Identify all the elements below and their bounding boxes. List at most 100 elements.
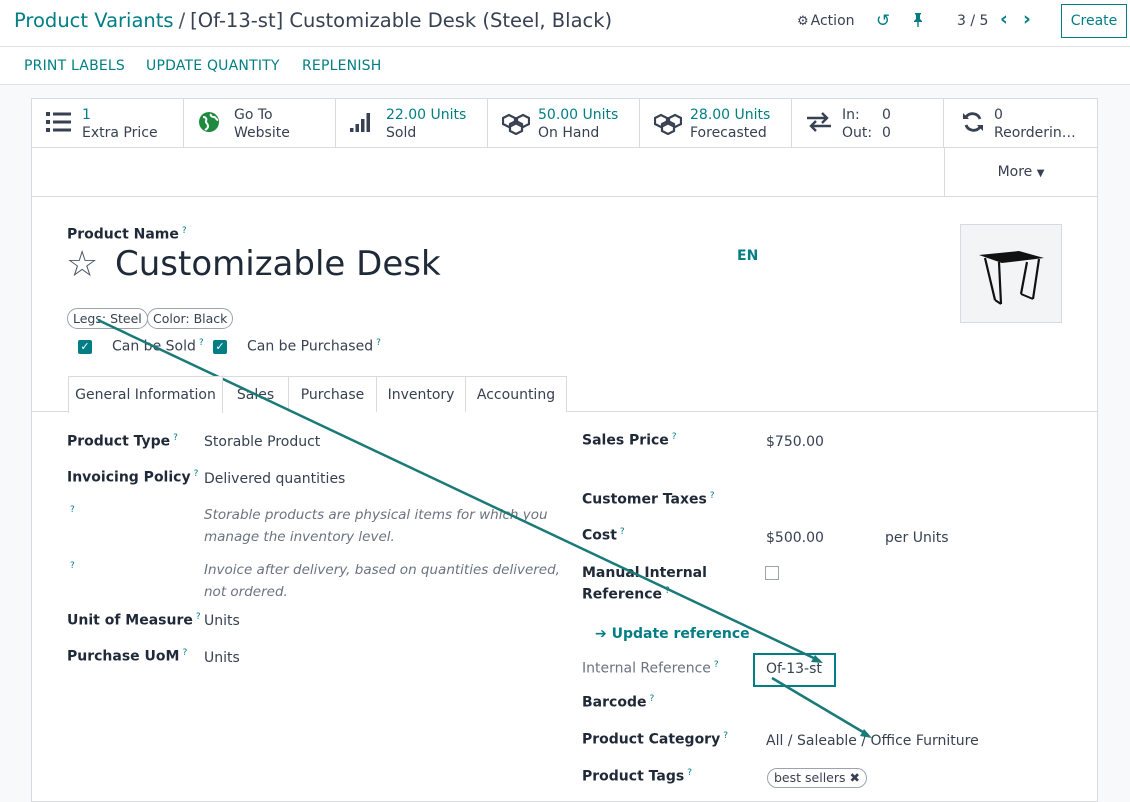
barcode-label: Barcode? (582, 694, 654, 711)
product-category-field[interactable]: All / Saleable / Office Furniture (766, 733, 979, 749)
help-icon[interactable]: ? (672, 432, 677, 442)
update-quantity-button[interactable]: UPDATE QUANTITY (146, 58, 280, 74)
action-menu-button[interactable]: ⚙ Action (797, 13, 855, 29)
label-text: Product Name (67, 226, 179, 243)
help-icon[interactable]: ? (70, 505, 75, 515)
button-label: Update reference (611, 626, 750, 642)
pager-value[interactable]: 3 / 5 (957, 13, 988, 29)
help-icon[interactable]: ? (620, 527, 625, 537)
product-type-field[interactable]: Storable Product (204, 434, 320, 450)
help-icon[interactable]: ? (649, 694, 654, 704)
pin-icon[interactable] (912, 12, 924, 31)
breadcrumb: Product Variants / [Of-13-st] Customizable… (14, 9, 612, 32)
help-icon[interactable]: ? (376, 338, 381, 348)
can-be-sold-checkbox[interactable]: ✓ (78, 340, 92, 354)
internal-reference-label: Internal Reference? (582, 660, 719, 677)
help-icon[interactable]: ? (182, 226, 187, 236)
tab-inventory[interactable]: Inventory (377, 376, 466, 412)
label-text: Unit of Measure (67, 612, 193, 629)
replenish-button[interactable]: REPLENISH (302, 58, 381, 74)
tab-purchase[interactable]: Purchase (289, 376, 377, 412)
smart-button-label: Reorderin… (994, 125, 1076, 141)
more-dropdown[interactable]: More ▼ (944, 148, 1097, 197)
help-icon[interactable]: ? (687, 768, 692, 778)
chevron-right-icon[interactable]: › (1023, 8, 1031, 30)
label-text: Internal Reference (582, 660, 711, 677)
help-icon[interactable]: ? (714, 660, 719, 670)
breadcrumb-current: [Of-13-st] Customizable Desk (Steel, Bla… (190, 9, 613, 32)
help-icon[interactable]: ? (194, 469, 199, 479)
discard-refresh-icon[interactable]: ↺ (876, 11, 890, 31)
smart-button-value: 0 (994, 107, 1003, 123)
can-be-purchased-checkbox[interactable]: ✓ (213, 340, 227, 354)
sales-price-field[interactable]: $750.00 (766, 434, 824, 450)
action-bar: PRINT LABELS UPDATE QUANTITY REPLENISH (0, 47, 1130, 85)
help-icon[interactable]: ? (173, 433, 178, 443)
smart-button-extra-price[interactable]: 1 Extra Price (32, 99, 184, 148)
label-text: Product Type (67, 433, 171, 450)
invoicing-help-line: Invoice after delivery, based on quantit… (204, 562, 560, 578)
signal-bars-icon (350, 111, 380, 137)
product-tags-label: Product Tags? (582, 768, 692, 785)
list-icon (46, 111, 76, 137)
tag-label: best sellers (774, 770, 846, 785)
caret-down-icon: ▼ (1036, 168, 1045, 179)
label-text: Customer Taxes (582, 491, 707, 508)
label-text: Product Tags (582, 768, 685, 785)
arrow-right-icon: ➔ (595, 626, 607, 642)
smart-button-forecasted[interactable]: 28.00 Units Forecasted (640, 99, 792, 148)
tab-accounting[interactable]: Accounting (466, 376, 567, 412)
smart-button-value: 22.00 Units (386, 107, 467, 123)
star-icon[interactable]: ☆ (66, 245, 98, 285)
smart-button-label: Extra Price (82, 125, 158, 141)
smart-button-in-out[interactable]: In: 0 Out: 0 (792, 99, 944, 148)
create-button[interactable]: Create (1061, 4, 1127, 38)
product-tag[interactable]: best sellers ✖ (767, 768, 867, 788)
invoicing-policy-field[interactable]: Delivered quantities (204, 471, 345, 487)
help-icon[interactable]: ? (196, 612, 201, 622)
product-name-field[interactable]: Customizable Desk (115, 244, 441, 284)
manual-reference-checkbox[interactable] (765, 566, 779, 580)
smart-button-value: 0 (882, 125, 891, 141)
breadcrumb-parent-link[interactable]: Product Variants (14, 9, 174, 32)
chevron-left-icon[interactable]: ‹ (1000, 8, 1008, 30)
close-icon[interactable]: ✖ (850, 770, 860, 785)
desk-icon (979, 251, 1044, 305)
product-name-label: Product Name? (67, 226, 187, 243)
label-text: Product Category (582, 731, 721, 748)
help-icon[interactable]: ? (665, 586, 670, 596)
form-sheet: 1 Extra Price Go To Website 22.00 Units … (31, 98, 1098, 802)
tab-general-information[interactable]: General Information (68, 376, 223, 413)
smart-button-website[interactable]: Go To Website (184, 99, 336, 148)
smart-button-reordering[interactable]: 0 Reorderin… (944, 99, 1097, 148)
print-labels-button[interactable]: PRINT LABELS (24, 58, 125, 74)
smart-button-label: Go To (234, 107, 273, 123)
help-icon[interactable]: ? (199, 338, 204, 348)
update-reference-button[interactable]: ➔ Update reference (595, 626, 750, 642)
purchase-uom-field[interactable]: Units (204, 650, 240, 666)
language-button[interactable]: EN (737, 248, 758, 264)
help-icon[interactable]: ? (710, 491, 715, 501)
help-icon[interactable]: ? (723, 731, 728, 741)
help-icon[interactable]: ? (182, 648, 187, 658)
smart-button-value: 50.00 Units (538, 107, 619, 123)
label-text: Can be Purchased (247, 338, 374, 355)
label-text: Can be Sold (112, 338, 196, 355)
smart-button-value: 1 (82, 107, 91, 123)
label-text: Cost (582, 527, 617, 544)
attribute-tag: Legs: Steel (67, 308, 148, 329)
tab-sales[interactable]: Sales (223, 376, 289, 412)
help-icon[interactable]: ? (70, 561, 75, 571)
globe-icon (198, 111, 228, 137)
cost-field[interactable]: $500.00 (766, 530, 824, 546)
sales-price-label: Sales Price? (582, 432, 677, 449)
smart-button-on-hand[interactable]: 50.00 Units On Hand (488, 99, 640, 148)
refresh-icon (962, 111, 992, 137)
purchase-uom-label: Purchase UoM? (67, 648, 187, 665)
product-image[interactable] (960, 224, 1062, 323)
smart-button-sold[interactable]: 22.00 Units Sold (336, 99, 488, 148)
unit-of-measure-field[interactable]: Units (204, 613, 240, 629)
internal-reference-field[interactable]: Of-13-st (766, 661, 822, 677)
product-type-help-line: manage the inventory level. (204, 529, 395, 545)
manual-reference-label: Reference? (582, 586, 670, 603)
